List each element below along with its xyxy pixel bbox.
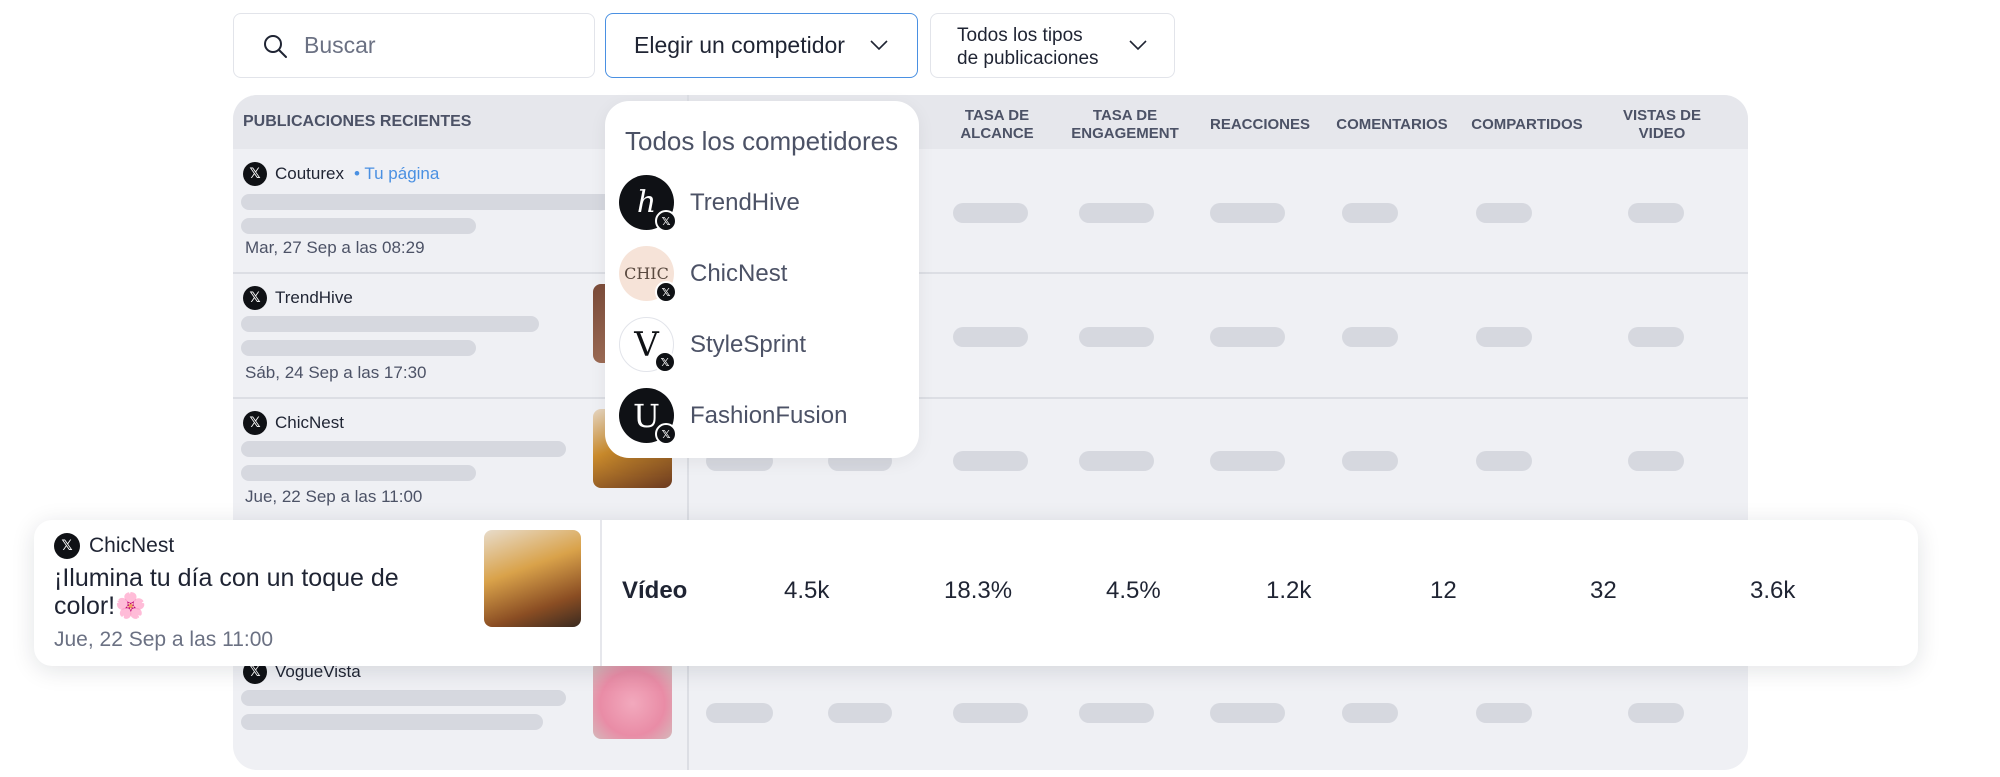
- skeleton-line: [241, 441, 566, 457]
- value-engagement-rate: 4.5%: [1106, 577, 1161, 604]
- post-thumbnail: [484, 530, 581, 627]
- competitor-dropdown[interactable]: Elegir un competidor: [605, 13, 918, 78]
- skeleton-value: [706, 703, 773, 723]
- skeleton-value: [1476, 703, 1532, 723]
- competitor-avatar: CHIC 𝕏: [619, 246, 677, 303]
- value-shares: 32: [1590, 577, 1617, 604]
- skeleton-value: [1342, 451, 1398, 471]
- column-divider: [600, 520, 602, 666]
- competitor-avatar: V 𝕏: [619, 317, 676, 373]
- posts-table: PUBLICACIONES RECIENTES TASA DE ALCANCE T…: [233, 95, 1748, 770]
- x-logo-icon: 𝕏: [243, 286, 267, 310]
- skeleton-value: [1628, 703, 1684, 723]
- skeleton-value: [1342, 203, 1398, 223]
- skeleton-value: [1079, 327, 1154, 347]
- post-date: Jue, 22 Sep a las 11:00: [54, 628, 274, 651]
- header-reach-rate: TASA DE ALCANCE: [960, 107, 1034, 142]
- chevron-down-icon: [1129, 40, 1147, 51]
- post-date: Sáb, 24 Sep a las 17:30: [245, 363, 427, 382]
- search-input[interactable]: Buscar: [233, 13, 595, 78]
- value-comments: 12: [1430, 577, 1457, 604]
- post-type: Vídeo: [622, 577, 688, 604]
- your-page-tag: • Tu página: [353, 164, 440, 183]
- skeleton-value: [1210, 327, 1285, 347]
- post-text: ¡Ilumina tu día con un toque de color!🌸: [54, 564, 399, 620]
- x-logo-icon: 𝕏: [655, 423, 677, 445]
- skeleton-value: [1476, 451, 1532, 471]
- header-engagement-rate: TASA DE ENGAGEMENT: [1071, 107, 1179, 142]
- row-brand: 𝕏 Couturex • Tu página: [243, 162, 439, 186]
- x-logo-icon: 𝕏: [654, 351, 676, 373]
- post-date: Jue, 22 Sep a las 11:00: [245, 487, 423, 506]
- x-logo-icon: 𝕏: [243, 411, 267, 435]
- competitor-menu: Todos los competidores ℎ 𝕏 TrendHive CHI…: [605, 101, 919, 458]
- competitor-menu-all[interactable]: Todos los competidores: [625, 126, 898, 157]
- value-video-views: 3.6k: [1750, 577, 1796, 604]
- skeleton-value: [1079, 203, 1154, 223]
- competitor-option-fashionfusion[interactable]: U 𝕏 FashionFusion: [619, 388, 847, 445]
- skeleton-line: [241, 194, 621, 210]
- competitor-option-stylesprint[interactable]: V 𝕏 StyleSprint: [619, 317, 806, 373]
- skeleton-value: [953, 327, 1028, 347]
- row-brand: 𝕏 ChicNest: [243, 411, 344, 435]
- header-video-views: VISTAS DE VIDEO: [1622, 107, 1702, 142]
- skeleton-value: [1476, 327, 1532, 347]
- skeleton-value: [1210, 203, 1285, 223]
- skeleton-line: [241, 714, 543, 730]
- post-date: Mar, 27 Sep a las 08:29: [245, 238, 425, 257]
- header-shares: COMPARTIDOS: [1471, 116, 1583, 133]
- skeleton-value: [1079, 451, 1154, 471]
- header-comments: COMENTARIOS: [1336, 116, 1448, 133]
- value-reach-rate: 18.3%: [944, 577, 1013, 604]
- skeleton-value: [1628, 203, 1684, 223]
- post-type-label: Todos los tipos de publicaciones: [957, 25, 1099, 69]
- skeleton-line: [241, 465, 476, 481]
- value-reactions: 1.2k: [1266, 577, 1312, 604]
- x-logo-icon: 𝕏: [655, 210, 677, 232]
- search-icon: [264, 34, 287, 58]
- skeleton-value: [953, 451, 1028, 471]
- skeleton-value: [1210, 451, 1285, 471]
- skeleton-value: [1342, 703, 1398, 723]
- skeleton-value: [1628, 327, 1684, 347]
- competitor-dropdown-label: Elegir un competidor: [634, 32, 845, 58]
- skeleton-line: [241, 690, 566, 706]
- competitor-avatar: ℎ 𝕏: [619, 175, 677, 232]
- header-recent-posts: PUBLICACIONES RECIENTES: [243, 113, 472, 130]
- skeleton-line: [241, 340, 476, 356]
- featured-post-row[interactable]: 𝕏 ChicNest ¡Ilumina tu día con un toque …: [34, 520, 1918, 666]
- competitor-avatar: U 𝕏: [619, 388, 677, 445]
- skeleton-line: [241, 218, 476, 234]
- row-brand: 𝕏 ChicNest: [54, 533, 174, 559]
- row-brand: 𝕏 TrendHive: [243, 286, 353, 310]
- x-logo-icon: 𝕏: [54, 533, 80, 559]
- skeleton-value: [1628, 451, 1684, 471]
- skeleton-value: [1476, 203, 1532, 223]
- post-type-dropdown[interactable]: Todos los tipos de publicaciones: [930, 13, 1175, 78]
- skeleton-line: [241, 316, 539, 332]
- post-thumbnail: [593, 660, 672, 739]
- skeleton-value: [953, 703, 1028, 723]
- competitor-option-chicnest[interactable]: CHIC 𝕏 ChicNest: [619, 246, 787, 303]
- chevron-down-icon: [870, 40, 888, 51]
- x-logo-icon: 𝕏: [655, 281, 677, 303]
- value-reach: 4.5k: [784, 577, 830, 604]
- skeleton-value: [828, 703, 892, 723]
- skeleton-value: [1342, 327, 1398, 347]
- skeleton-value: [1079, 703, 1154, 723]
- skeleton-value: [953, 203, 1028, 223]
- competitor-option-trendhive[interactable]: ℎ 𝕏 TrendHive: [619, 175, 800, 232]
- x-logo-icon: 𝕏: [243, 162, 267, 186]
- skeleton-value: [1210, 703, 1285, 723]
- header-reactions: REACCIONES: [1209, 116, 1310, 133]
- search-placeholder: Buscar: [304, 32, 376, 58]
